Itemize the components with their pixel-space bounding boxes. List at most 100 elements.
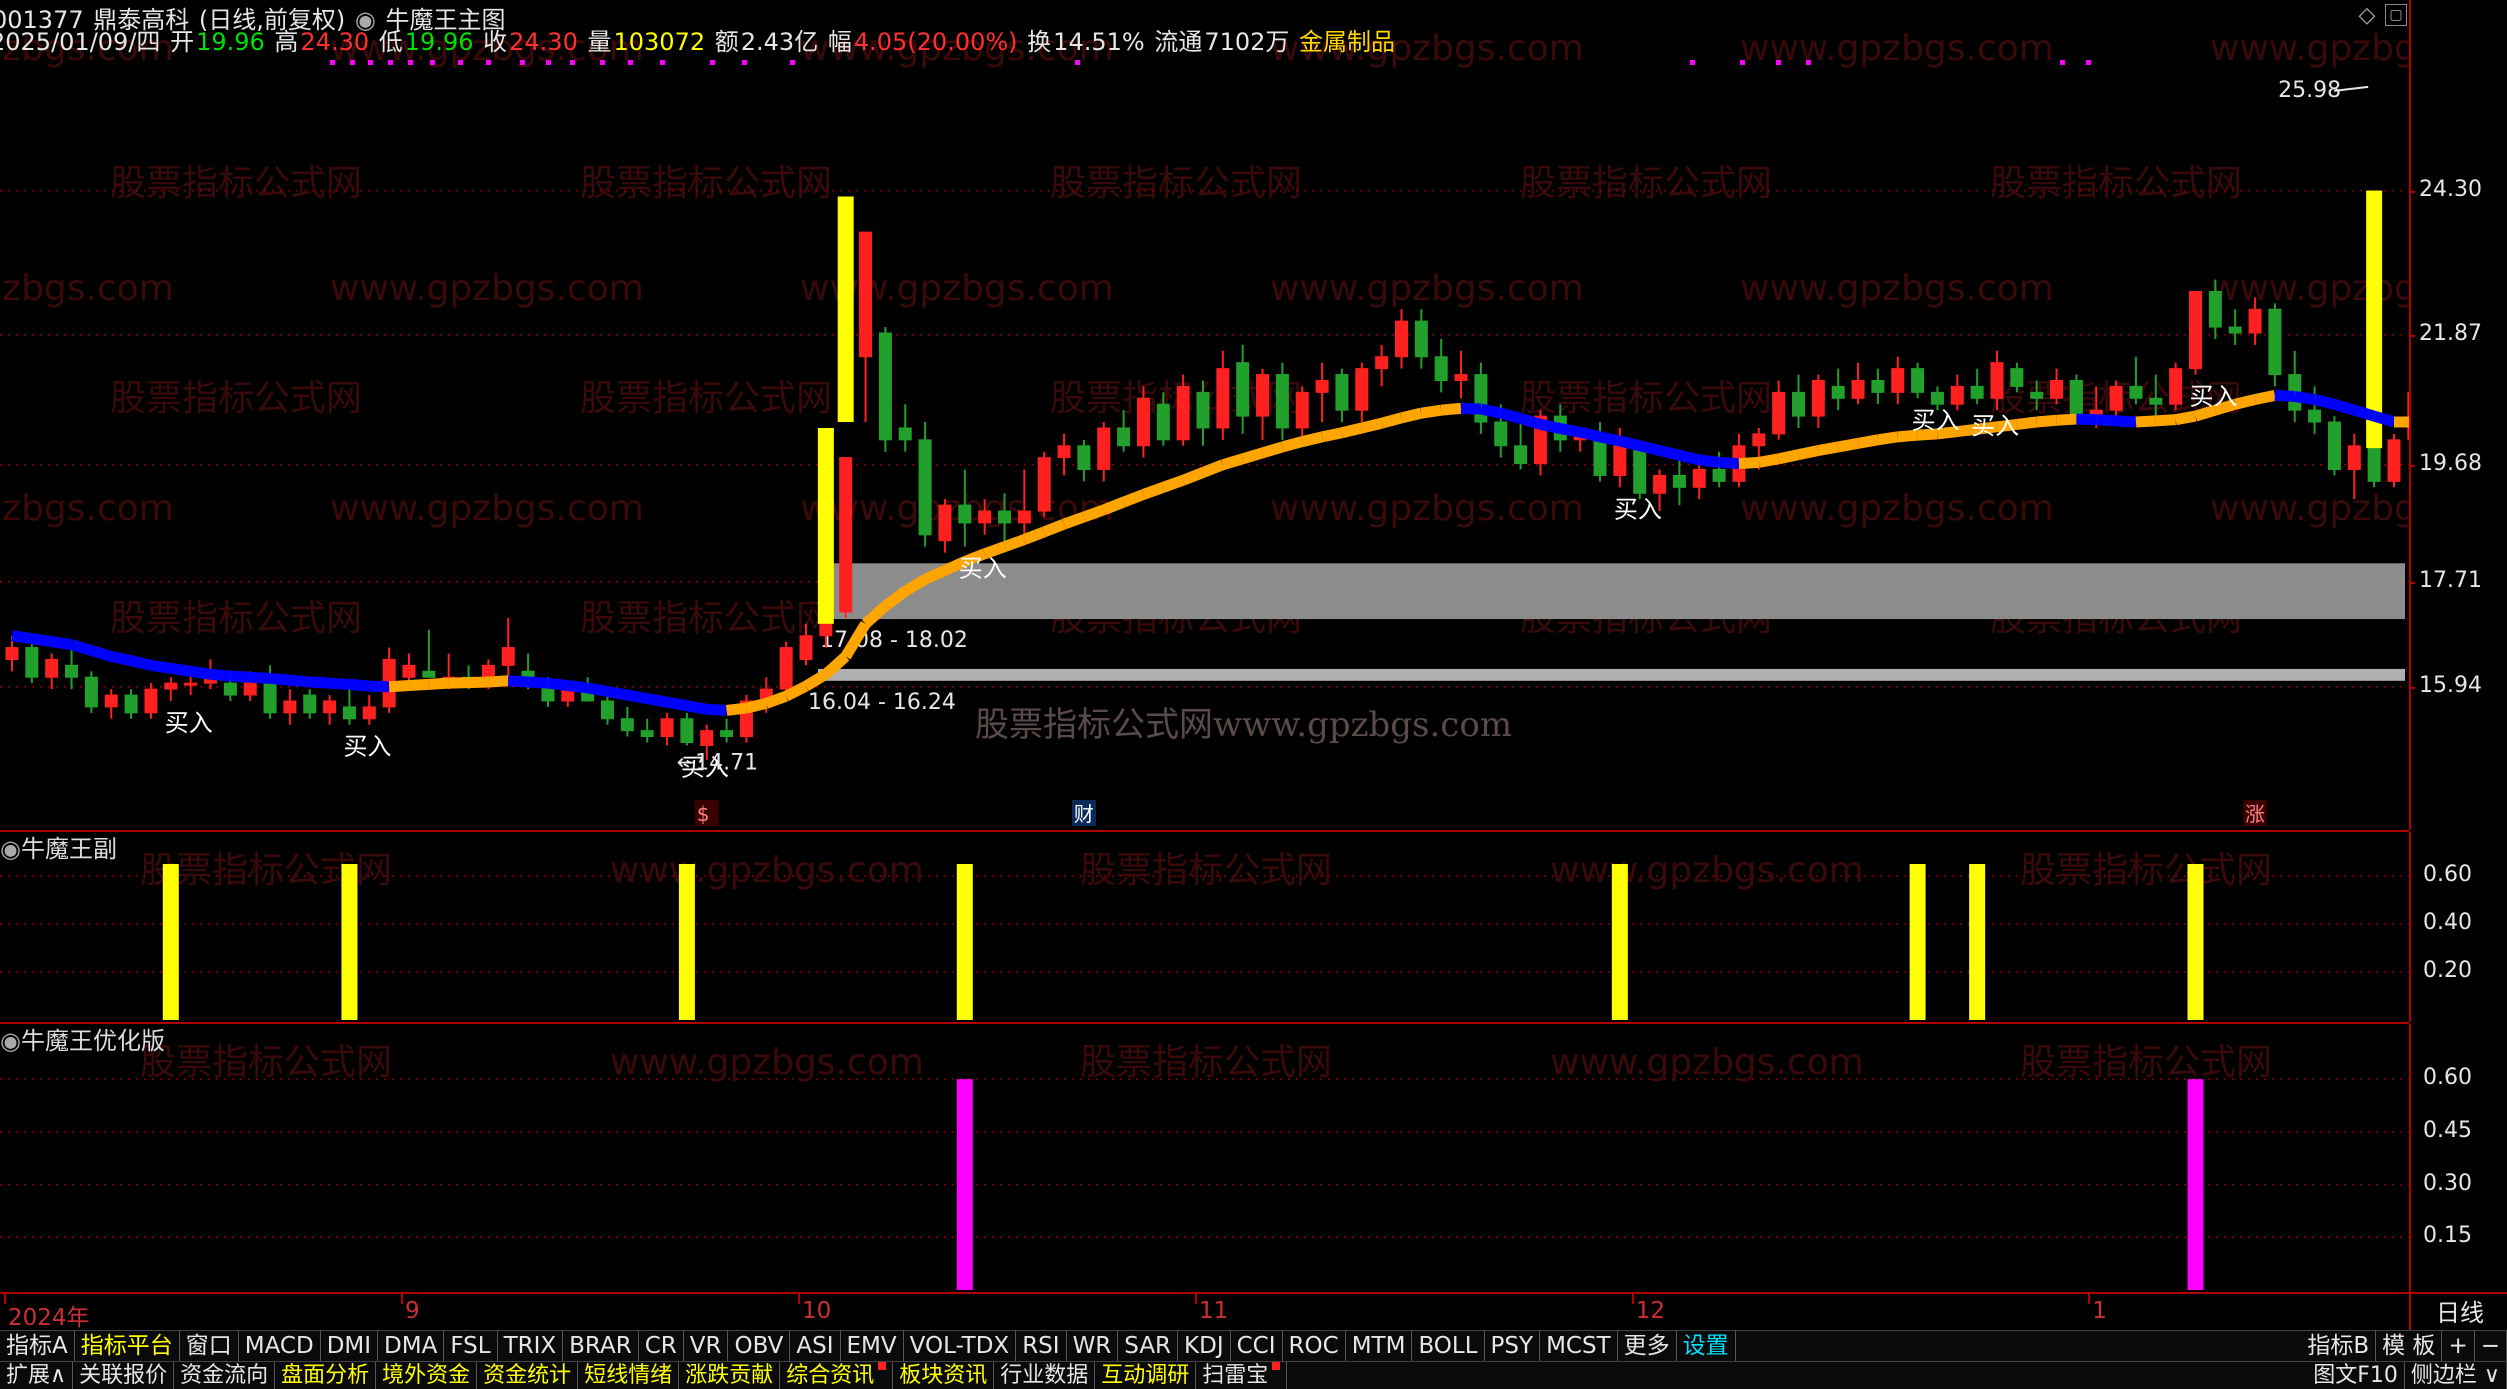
tab-mcst[interactable]: MCST [1540, 1331, 1618, 1361]
tab-cr[interactable]: CR [639, 1331, 684, 1361]
tab-涨跌贡献[interactable]: 涨跌贡献 [679, 1362, 781, 1389]
main-candlestick-chart[interactable]: www.gpzbgs.com www.gpzbgs.com www.gpzbgs.c… [0, 0, 2409, 830]
restore-window-icon[interactable]: ▢ [2385, 4, 2407, 26]
tab-综合资讯[interactable]: 综合资讯 [780, 1362, 894, 1389]
candle [362, 695, 376, 725]
ma-segment [11, 630, 33, 645]
tab-互动调研[interactable]: 互动调研 [1095, 1362, 1197, 1389]
watermark-layer: www.gpzbgs.com www.gpzbgs.com www.gpzbgs.c… [0, 28, 2409, 745]
watermark-text: www.gpzbgs.com [610, 1042, 924, 1083]
ma-line [11, 389, 2409, 716]
ma-segment [982, 541, 1007, 559]
tab-关联报价[interactable]: 关联报价 [73, 1362, 175, 1389]
candle [283, 689, 297, 725]
candle-body [1136, 397, 1150, 447]
tab-right-+[interactable]: + [2442, 1331, 2475, 1361]
tab-brar[interactable]: BRAR [563, 1331, 639, 1361]
new-badge-icon [1272, 1362, 1281, 1370]
date-label: 2024年 [8, 1305, 90, 1331]
candle-body [2327, 421, 2341, 471]
tab-扫雷宝[interactable]: 扫雷宝 [1196, 1362, 1288, 1389]
tab-obv[interactable]: OBV [728, 1331, 791, 1361]
tab-dmi[interactable]: DMI [321, 1331, 379, 1361]
candle-body [1176, 385, 1190, 441]
top-marker-dot [2060, 60, 2065, 65]
ma-segment [230, 670, 251, 683]
candle-body [1256, 374, 1270, 417]
tab-dma[interactable]: DMA [378, 1331, 445, 1361]
candle-body [2149, 397, 2163, 405]
tab-资金统计[interactable]: 资金统计 [477, 1362, 579, 1389]
tab-扩展∧[interactable]: 扩展∧ [0, 1362, 74, 1389]
tab-境外资金[interactable]: 境外资金 [376, 1362, 478, 1389]
tab-rsi[interactable]: RSI [1016, 1331, 1067, 1361]
tab-盘面分析[interactable]: 盘面分析 [275, 1362, 377, 1389]
candle-body [1097, 427, 1111, 471]
ma-segment [1360, 417, 1383, 434]
sub2-bar-chart[interactable]: 股票指标公式网 www.gpzbgs.com 股票指标公式网 www.gpzbgs.c… [0, 1024, 2409, 1292]
indicator-dot-icon[interactable]: ◉ [0, 835, 21, 863]
tab-板块资讯[interactable]: 板块资讯 [893, 1362, 995, 1389]
ma-segment [1340, 422, 1364, 439]
tab-cci[interactable]: CCI [1231, 1331, 1283, 1361]
float-label: 流通 [1154, 28, 1203, 56]
ma-segment [210, 668, 231, 682]
axis-tick [2409, 686, 2415, 689]
sector-value[interactable]: 金属制品 [1299, 28, 1395, 56]
candle [25, 641, 39, 684]
ma-segment [1559, 423, 1582, 438]
watermark-text: www.gpzbgs.com [0, 268, 174, 309]
tab-行业数据[interactable]: 行业数据 [994, 1362, 1096, 1389]
candle [1474, 362, 1488, 434]
tab-fsl[interactable]: FSL [444, 1331, 498, 1361]
ma-segment [1877, 431, 1899, 446]
tab-设置[interactable]: 设置 [1677, 1331, 1736, 1361]
tab-sar[interactable]: SAR [1118, 1331, 1179, 1361]
diamond-icon[interactable]: ◇ [2353, 2, 2381, 30]
sub-chart-panel-2[interactable]: 股票指标公式网 www.gpzbgs.com 股票指标公式网 www.gpzbgs.c… [0, 1024, 2409, 1292]
candle-body [303, 694, 317, 714]
period-label[interactable]: 日线 [2409, 1292, 2507, 1332]
date-tick [2088, 1294, 2091, 1304]
buy-label: 买入 [1614, 495, 1662, 523]
tab-right-模板[interactable]: 模 板 [2376, 1331, 2443, 1361]
ma-segment [685, 700, 708, 715]
tab-vol-tdx[interactable]: VOL-TDX [904, 1331, 1017, 1361]
candle [1831, 368, 1845, 411]
candle-body [1950, 385, 1964, 405]
tab-短线情绪[interactable]: 短线情绪 [578, 1362, 680, 1389]
tab-right-指标b[interactable]: 指标B [2301, 1331, 2377, 1361]
tab-mtm[interactable]: MTM [1346, 1331, 1413, 1361]
sub1-bar-chart[interactable]: 股票指标公式网 www.gpzbgs.com 股票指标公式网 www.gpzbgs.c… [0, 832, 2409, 1022]
tab-emv[interactable]: EMV [841, 1331, 904, 1361]
ma-segment [2095, 414, 2117, 427]
tab-vr[interactable]: VR [684, 1331, 729, 1361]
candle [1970, 368, 1984, 405]
tab-kdj[interactable]: KDJ [1178, 1331, 1231, 1361]
tab-asi[interactable]: ASI [790, 1331, 841, 1361]
watermark-text: 股票指标公式网www.gpzbgs.com [975, 705, 1512, 745]
tab-boll[interactable]: BOLL [1412, 1331, 1485, 1361]
tab-指标a[interactable]: 指标A [0, 1331, 75, 1361]
tab-指标平台[interactable]: 指标平台 [75, 1331, 180, 1361]
ma-segment [1002, 534, 1027, 552]
tab-right-侧边栏∨[interactable]: 侧边栏 ∨ [2405, 1362, 2507, 1389]
watermark-text: 股票指标公式网 [2020, 1042, 2272, 1083]
indicator-dot-icon[interactable]: ◉ [0, 1027, 21, 1055]
candle-body [342, 706, 356, 720]
tab-更多[interactable]: 更多 [1618, 1331, 1677, 1361]
sub-chart-panel-1[interactable]: 股票指标公式网 www.gpzbgs.com 股票指标公式网 www.gpzbgs.c… [0, 832, 2409, 1022]
tab-roc[interactable]: ROC [1283, 1331, 1346, 1361]
tab-窗口[interactable]: 窗口 [180, 1331, 239, 1361]
signal-bar [1969, 864, 1986, 1020]
tab-wr[interactable]: WR [1067, 1331, 1119, 1361]
tab-right-图文f10[interactable]: 图文F10 [2307, 1362, 2405, 1389]
tab-psy[interactable]: PSY [1485, 1331, 1541, 1361]
tab-资金流向[interactable]: 资金流向 [174, 1362, 276, 1389]
main-chart-panel[interactable]: www.gpzbgs.com www.gpzbgs.com www.gpzbgs.c… [0, 0, 2409, 830]
tab-trix[interactable]: TRIX [498, 1331, 564, 1361]
tab-right-−[interactable]: − [2475, 1331, 2507, 1361]
tab-macd[interactable]: MACD [239, 1331, 321, 1361]
candle [720, 718, 734, 743]
ma-segment [1420, 404, 1443, 419]
